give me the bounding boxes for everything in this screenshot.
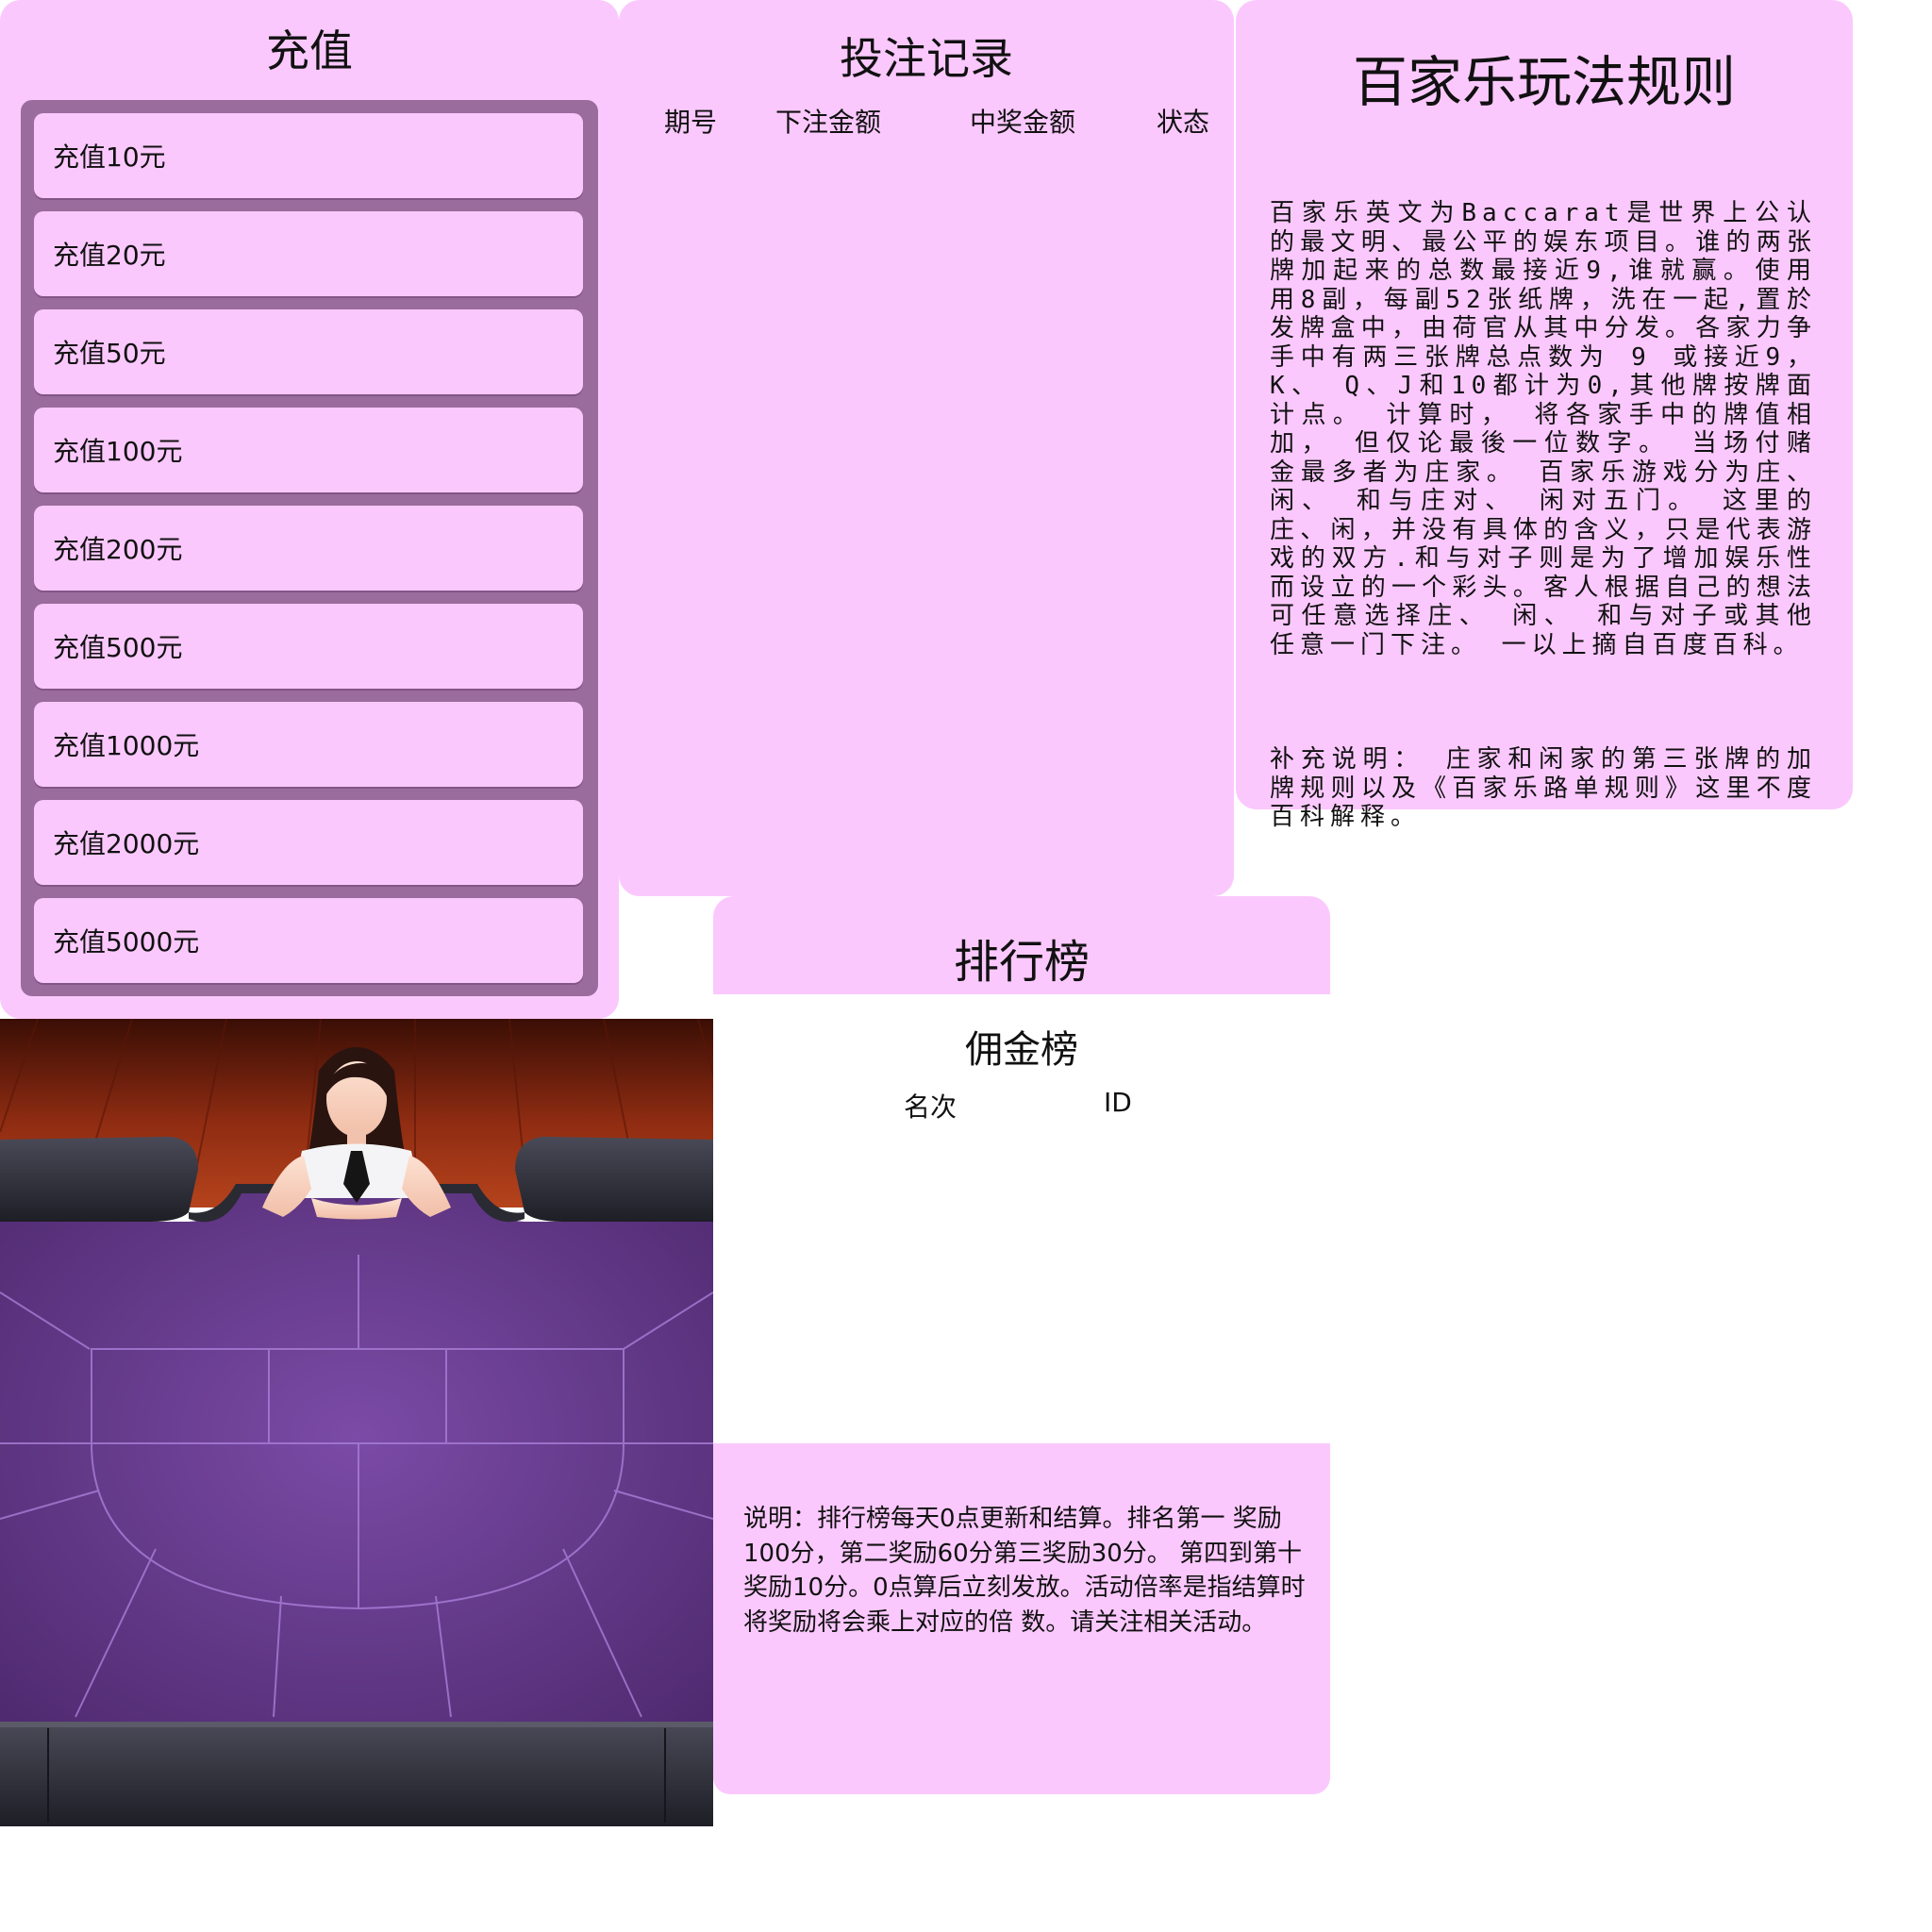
recharge-option-100[interactable]: 充值100元	[34, 408, 583, 492]
recharge-option-2000[interactable]: 充值2000元	[34, 800, 583, 885]
rules-supplement: 补充说明： 庄家和闲家的第三张牌的加牌规则以及《百家乐路单规则》这里不度百科解释…	[1270, 745, 1817, 831]
bet-record-title: 投注记录	[840, 33, 1013, 84]
recharge-panel: 充值 充值10元 充值20元 充值50元 充值100元 充值200元 充值500…	[0, 0, 619, 1019]
rules-panel: 百家乐玩法规则 百家乐英文为Baccarat是世界上公认的最文明、最公平的娱东项…	[1236, 0, 1853, 831]
bet-record-panel: 投注记录 期号 下注金额 中奖金额 状态	[619, 0, 1234, 896]
recharge-option-10[interactable]: 充值10元	[34, 113, 583, 198]
rules-title: 百家乐玩法规则	[1352, 50, 1736, 114]
bet-column-status: 状态	[1157, 107, 1210, 138]
recharge-options-frame: 充值10元 充值20元 充值50元 充值100元 充值200元 充值500元 充…	[21, 100, 598, 996]
baccarat-table-scene	[0, 1019, 713, 1826]
baccarat-table-icon	[0, 1019, 713, 1826]
leaderboard-title: 排行榜	[953, 936, 1090, 989]
recharge-title: 充值	[266, 25, 353, 76]
recharge-option-500[interactable]: 充值500元	[34, 604, 583, 689]
leaderboard-note-panel: 说明：排行榜每天0点更新和结算。排名第一 奖励100分，第二奖励60分第三奖励3…	[713, 1443, 1330, 1794]
recharge-option-20[interactable]: 充值20元	[34, 211, 583, 296]
recharge-option-200[interactable]: 充值200元	[34, 506, 583, 591]
rules-text: 百家乐英文为Baccarat是世界上公认的最文明、最公平的娱东项目。谁的两张牌加…	[1270, 142, 1817, 890]
bet-column-amount: 下注金额	[775, 107, 882, 138]
recharge-option-1000[interactable]: 充值1000元	[34, 702, 583, 787]
leaderboard-header: 排行榜	[713, 896, 1330, 994]
leaderboard-note: 说明：排行榜每天0点更新和结算。排名第一 奖励100分，第二奖励60分第三奖励3…	[743, 1505, 1306, 1637]
leaderboard-column-rank: 名次	[904, 1091, 958, 1123]
recharge-option-5000[interactable]: 充值5000元	[34, 898, 583, 983]
recharge-option-50[interactable]: 充值50元	[34, 309, 583, 394]
rules-paragraph: 百家乐英文为Baccarat是世界上公认的最文明、最公平的娱东项目。谁的两张牌加…	[1270, 199, 1838, 659]
leaderboard-subtitle: 佣金榜	[965, 1028, 1078, 1072]
bet-column-period: 期号	[664, 107, 718, 138]
leaderboard-column-id: ID	[1104, 1087, 1132, 1118]
bet-column-winnings: 中奖金额	[970, 107, 1076, 138]
